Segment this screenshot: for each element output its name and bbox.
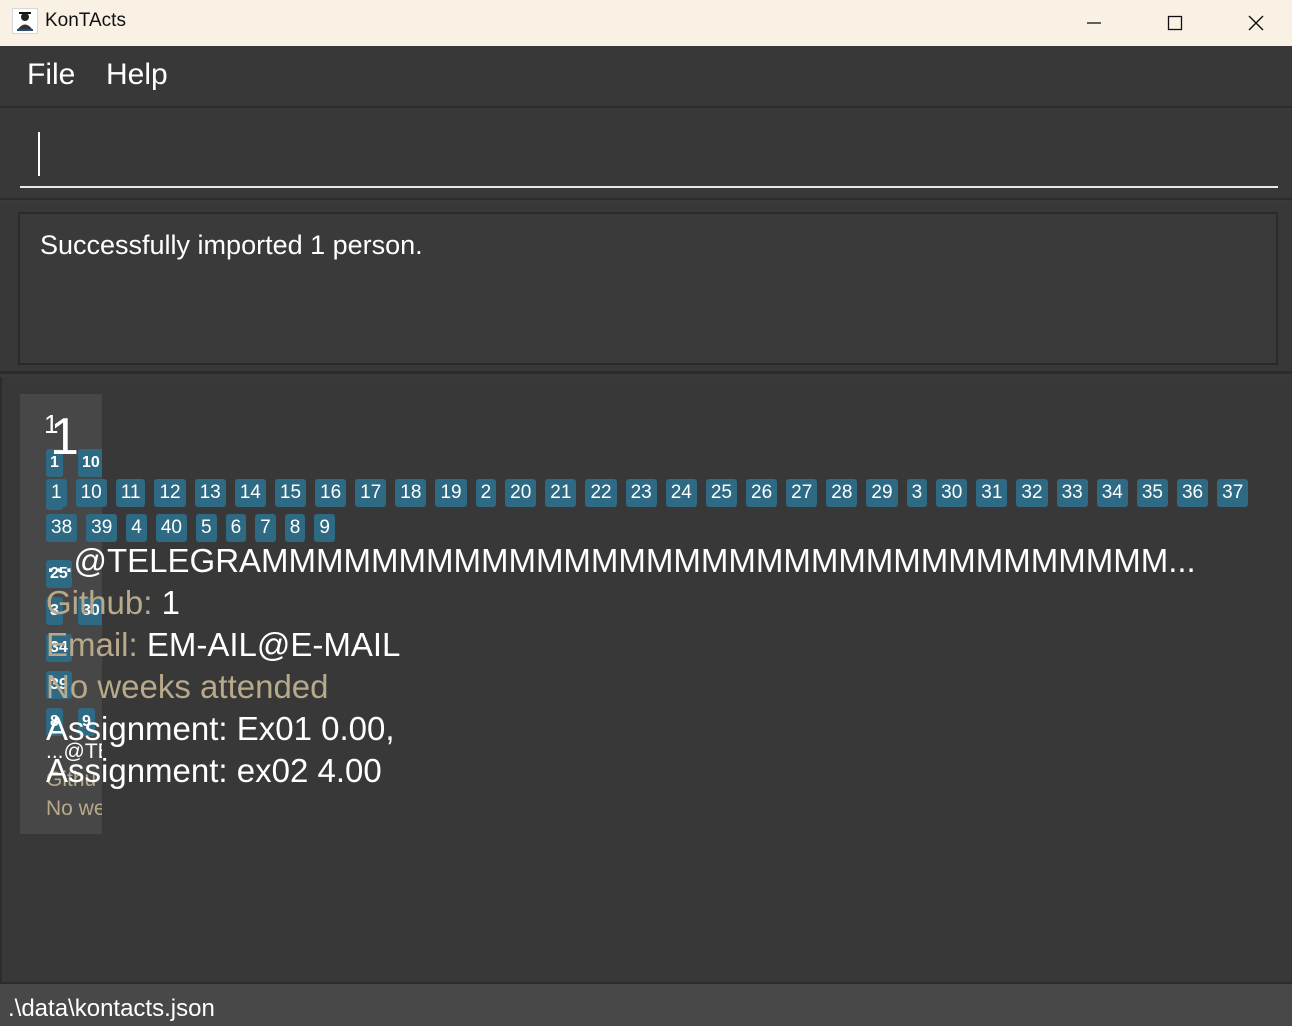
result-display: Successfully imported 1 person. [18,212,1278,365]
tag: 28 [826,479,858,507]
tag: 12 [154,479,186,507]
tag: 11 [115,479,146,507]
tag: 14 [234,479,266,507]
tag: 31 [976,479,1008,507]
tag: 38 [46,514,78,542]
maximize-icon [1167,15,1183,31]
tag: 16 [315,479,347,507]
save-location: .\data\kontacts.json [8,995,215,1022]
attendance-status: No weeks attended [46,668,329,705]
tag: 26 [746,479,778,507]
tag: 39 [86,514,118,542]
tag: 15 [274,479,307,507]
tag: 3 [906,479,928,507]
github-value: 1 [161,584,180,621]
tag: 33 [1056,479,1088,507]
assignment-row: Assignment: Ex01 0.00, [46,710,395,747]
text-caret [38,132,40,176]
status-bar: .\data\kontacts.json [0,982,1292,1026]
github-label: Github: [46,584,153,621]
tag: 21 [545,479,577,507]
menu-bar: File Help [0,46,1292,108]
tag: 17 [355,479,387,507]
tag: 7 [255,514,276,542]
window-title: KonTActs [45,10,126,31]
person-name: 1 [50,408,79,466]
tag: 24 [665,479,697,507]
tag: 27 [786,479,818,507]
tag: 6 [225,514,247,542]
tag: 19 [435,479,467,507]
tag: 32 [1016,479,1048,507]
telegram-handle: ...@TELEGRAMMMMMMMMMMMMMMMMMMMMMMMMMMMMM… [46,542,1196,579]
tag: 1 [46,479,67,507]
tag: 18 [395,479,427,507]
tag: 37 [1217,479,1249,507]
tag: 8 [284,514,306,542]
tag: 10 [78,449,102,477]
tag: 29 [866,479,898,507]
tag: 34 [1096,479,1128,507]
command-box-area [0,110,1292,200]
email-value: EM-AIL@E-MAIL [146,626,401,663]
email-row: Email: EM-AIL@E-MAIL [46,626,400,664]
title-bar: KonTActs [0,0,1292,46]
tag: 4 [126,514,147,542]
menu-file[interactable]: File [27,58,75,92]
tag: 30 [936,479,968,507]
tag: 20 [505,479,537,507]
tag: 25 [705,479,737,507]
person-list[interactable]: 1 1 10 1 25 3 30 34 39 8 9 ...@TE Githu … [0,377,1292,982]
app-logo-icon [12,8,38,34]
tag: 35 [1136,479,1168,507]
github-row: Github: 1 [46,584,180,622]
tag: 23 [625,479,657,507]
tag: 10 [75,479,107,507]
command-input[interactable] [20,120,1278,188]
tag: 36 [1176,479,1209,507]
result-message: Successfully imported 1 person. [40,230,423,260]
maximize-button[interactable] [1139,0,1211,46]
close-icon [1248,15,1264,31]
tag: 13 [194,479,226,507]
menu-help[interactable]: Help [106,58,168,92]
tag: 22 [585,479,617,507]
tag: 9 [314,514,335,542]
minimize-button[interactable] [1058,0,1130,46]
attendance-small: No we [46,797,102,820]
minimize-icon [1087,22,1101,24]
tag: 5 [196,514,217,542]
tag: 2 [475,479,497,507]
tag: 40 [155,514,187,542]
tag-list: 1 10 11 12 13 14 15 16 17 18 19 2 20 21 22 23 24 25 26 27 28… [46,479,1261,542]
email-label: Email: [46,626,138,663]
assignment-row: Assignment: ex02 4.00 [46,752,382,789]
close-button[interactable] [1220,0,1292,46]
result-display-area: Successfully imported 1 person. [0,202,1292,374]
